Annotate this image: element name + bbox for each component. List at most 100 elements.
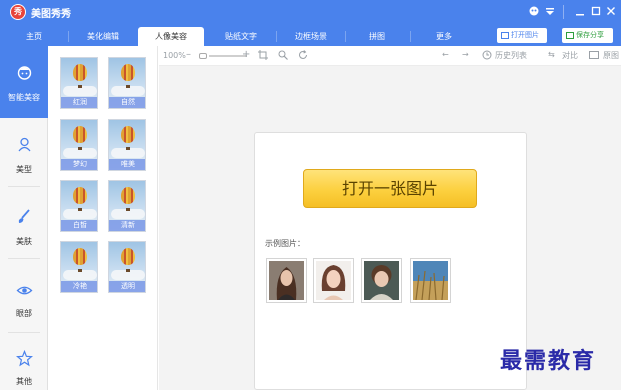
portrait-photo <box>269 261 304 300</box>
logo-glyph: 秀 <box>14 7 22 16</box>
compare-button[interactable]: 对比 <box>562 51 578 61</box>
effect-thumbnail[interactable]: 梦幻 <box>60 119 98 171</box>
sidebar-item-skin[interactable]: 美肤 <box>0 200 48 272</box>
sidebar-divider <box>8 258 40 259</box>
effect-label: 清新 <box>109 220 145 231</box>
category-sidebar: 智能美容 美型 美肤 眼部 其他 <box>0 46 48 390</box>
effect-thumbnail[interactable]: 透明 <box>108 241 146 293</box>
balloon-shape <box>121 187 135 204</box>
balloon-shape <box>121 248 135 265</box>
original-image-icon[interactable] <box>589 50 599 63</box>
basket-shape <box>78 147 82 150</box>
sidebar-divider <box>8 186 40 187</box>
tab-collage[interactable]: 拼图 <box>346 27 408 46</box>
tab-portrait-beauty[interactable]: 人像美容 <box>138 27 204 46</box>
sidebar-item-eyes[interactable]: 眼部 <box>0 274 48 346</box>
balloon-shape <box>121 126 135 143</box>
balloon-shape <box>73 248 87 265</box>
save-share-button[interactable]: 保存分享 <box>562 28 613 43</box>
landscape-photo <box>413 261 448 300</box>
smart-beauty-icon <box>16 64 33 81</box>
tab-divider <box>276 31 277 42</box>
sidebar-label: 美肤 <box>16 237 32 246</box>
effect-label: 梦幻 <box>61 159 97 170</box>
original-image-button[interactable]: 原图 <box>603 51 619 61</box>
tab-beautify-edit[interactable]: 美化编辑 <box>72 27 134 46</box>
effect-thumbnail[interactable]: 清新 <box>108 180 146 232</box>
effect-label: 红润 <box>61 97 97 108</box>
save-share-label: 保存分享 <box>576 31 604 39</box>
face-shape-icon <box>16 136 33 153</box>
tab-frames-scenes[interactable]: 边框场景 <box>278 27 344 46</box>
app-logo: 秀 <box>10 4 26 20</box>
zoom-in-icon[interactable]: + <box>242 50 250 60</box>
sidebar-item-smart-beauty[interactable]: 智能美容 <box>0 46 48 118</box>
crop-icon[interactable] <box>258 50 268 63</box>
basket-shape <box>78 269 82 272</box>
sidebar-label: 眼部 <box>16 309 32 318</box>
skin-icon[interactable] <box>527 5 541 19</box>
tab-divider <box>410 31 411 42</box>
zoom-level: 100% <box>163 51 186 60</box>
portrait-photo <box>316 261 351 300</box>
maximize-icon[interactable] <box>589 5 603 19</box>
redo-icon[interactable]: → <box>462 50 469 60</box>
star-icon <box>15 349 34 367</box>
balloon-shape <box>73 126 87 143</box>
open-image-label: 打开图片 <box>511 31 539 39</box>
minimize-icon[interactable] <box>573 5 587 19</box>
zoom-out-icon[interactable]: – <box>186 50 191 60</box>
basket-shape <box>78 85 82 88</box>
effect-label: 冷艳 <box>61 281 97 292</box>
sample-image-child[interactable] <box>361 258 402 303</box>
effect-label: 自然 <box>109 97 145 108</box>
balloon-shape <box>73 64 87 81</box>
portrait-photo <box>364 261 399 300</box>
close-icon[interactable] <box>604 5 618 19</box>
effect-thumbnail[interactable]: 自然 <box>108 57 146 109</box>
sidebar-item-face-shape[interactable]: 美型 <box>0 128 48 200</box>
skin-brush-icon <box>16 208 33 225</box>
title-bar: 秀 美图秀秀 <box>0 0 621 24</box>
tab-divider <box>68 31 69 42</box>
effect-thumbnail[interactable]: 红润 <box>60 57 98 109</box>
basket-shape <box>126 147 130 150</box>
rotate-icon[interactable] <box>298 50 308 63</box>
effect-label: 白皙 <box>61 220 97 231</box>
history-icon[interactable] <box>482 50 492 63</box>
effect-thumbnail[interactable]: 唯美 <box>108 119 146 171</box>
basket-shape <box>126 208 130 211</box>
sidebar-label: 其他 <box>16 377 32 386</box>
sample-image-landscape[interactable] <box>410 258 451 303</box>
sidebar-label: 美型 <box>16 165 32 174</box>
undo-icon[interactable]: ← <box>442 50 449 60</box>
app-title: 美图秀秀 <box>31 9 71 20</box>
share-icon <box>566 32 574 39</box>
titlebar-divider <box>563 5 564 19</box>
magnifier-icon[interactable] <box>278 50 288 63</box>
history-list-button[interactable]: 历史列表 <box>495 51 527 61</box>
balloon-shape <box>121 64 135 81</box>
effect-label: 唯美 <box>109 159 145 170</box>
tab-stickers-text[interactable]: 贴纸文字 <box>208 27 274 46</box>
tab-more[interactable]: 更多 <box>412 27 476 46</box>
eye-icon <box>16 282 33 299</box>
effect-thumbnail[interactable]: 冷艳 <box>60 241 98 293</box>
tab-home[interactable]: 主页 <box>6 27 62 46</box>
watermark-text: 最需教育 <box>500 348 597 374</box>
effect-label: 透明 <box>109 281 145 292</box>
sidebar-label: 智能美容 <box>8 93 40 102</box>
sample-image-girl[interactable] <box>313 258 354 303</box>
basket-shape <box>78 208 82 211</box>
open-image-button[interactable]: 打开图片 <box>497 28 547 43</box>
basket-shape <box>126 85 130 88</box>
menu-icon[interactable] <box>543 5 557 19</box>
balloon-shape <box>73 187 87 204</box>
compare-icon[interactable]: ⇆ <box>548 50 555 60</box>
effect-thumbnail[interactable]: 白皙 <box>60 180 98 232</box>
zoom-slider-handle[interactable] <box>199 53 207 59</box>
sidebar-item-other[interactable]: 其他 <box>0 344 48 390</box>
open-an-image-button[interactable]: 打开一张图片 <box>303 169 477 208</box>
sample-image-woman[interactable] <box>266 258 307 303</box>
image-icon <box>501 32 509 39</box>
